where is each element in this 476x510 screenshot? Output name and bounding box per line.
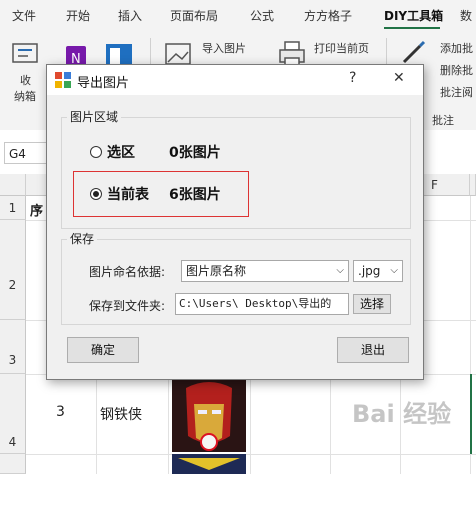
print-current-page-button[interactable]: 打印当前页	[314, 40, 369, 56]
select-all-corner[interactable]	[0, 174, 26, 196]
comment-read-button[interactable]: 批注阅	[440, 84, 473, 100]
naming-label: 图片命名依据:	[89, 265, 166, 279]
ironman-image[interactable]	[172, 378, 246, 474]
ribbon-tab-bar: 文件 开始 插入 页面布局 公式 方方格子 DIY工具箱 数	[0, 0, 476, 30]
selected-cell-g4[interactable]	[470, 374, 476, 454]
tab-formulas[interactable]: 公式	[250, 7, 274, 24]
tab-fangfang[interactable]: 方方格子	[304, 7, 352, 24]
format-select[interactable]: .jpg ⌵	[353, 260, 403, 282]
help-button[interactable]: ?	[349, 70, 356, 86]
nazang-label: 纳箱	[14, 90, 36, 103]
close-icon[interactable]: ✕	[393, 70, 405, 86]
chevron-down-icon: ⌵	[336, 265, 344, 276]
row-header-3[interactable]: 3	[0, 320, 26, 374]
export-pictures-dialog: 导出图片 ? ✕ 图片区域 选区 0张图片 当前表 6张图片 保存 图片命名依据…	[46, 64, 424, 380]
selection-count: 0张图片	[169, 145, 221, 161]
ok-button[interactable]: 确定	[67, 337, 139, 363]
folder-path-input[interactable]: C:\Users\ Desktop\导出的	[175, 293, 349, 315]
chevron-down-icon: ⌵	[390, 265, 398, 276]
row-header-4[interactable]: 4	[0, 374, 26, 454]
tools-icon[interactable]	[10, 40, 40, 66]
radio-selection[interactable]	[90, 146, 102, 158]
folder-label: 保存到文件夹:	[89, 299, 166, 313]
row-header-5[interactable]	[0, 454, 26, 474]
delete-comment-button[interactable]: 删除批	[440, 62, 473, 78]
tab-diy-toolbox[interactable]: DIY工具箱	[384, 7, 443, 24]
column-header[interactable]	[470, 174, 476, 196]
tab-page-layout[interactable]: 页面布局	[170, 7, 218, 24]
cell-row4-number[interactable]: 3	[56, 404, 65, 420]
browse-button[interactable]: 选择	[353, 294, 391, 314]
save-group-label: 保存	[67, 230, 98, 247]
exit-button[interactable]: 退出	[337, 337, 409, 363]
row-header-2[interactable]: 2	[0, 220, 26, 320]
option-selection-label[interactable]: 选区	[107, 142, 135, 162]
add-comment-button[interactable]: 添加批	[440, 40, 473, 56]
dialog-title: 导出图片	[77, 76, 130, 91]
tab-more[interactable]: 数	[460, 7, 472, 24]
region-group-label: 图片区域	[67, 108, 122, 125]
active-tab-indicator	[384, 27, 440, 29]
naming-select-value: 图片原名称	[186, 264, 247, 278]
radio-current-sheet[interactable]	[90, 188, 102, 200]
comment-group-label: 批注	[432, 114, 454, 127]
dialog-titlebar[interactable]: 导出图片 ? ✕	[47, 65, 423, 95]
shou-label: 收	[20, 74, 31, 87]
option-current-sheet-label[interactable]: 当前表	[107, 184, 149, 204]
current-sheet-count: 6张图片	[169, 187, 221, 203]
cell-row4-name[interactable]: 钢铁侠	[100, 404, 142, 424]
picture-icon[interactable]	[164, 42, 192, 66]
format-select-value: .jpg	[358, 264, 381, 278]
naming-select[interactable]: 图片原名称 ⌵	[181, 260, 349, 282]
insert-picture-button[interactable]: 导入图片	[202, 40, 246, 56]
app-icon	[55, 72, 71, 88]
tab-file[interactable]: 文件	[12, 7, 36, 24]
watermark-logo: Bai 经验	[352, 400, 452, 428]
row-header-1[interactable]: 1	[0, 196, 26, 220]
tab-insert[interactable]: 插入	[118, 7, 142, 24]
tab-home[interactable]: 开始	[66, 7, 90, 24]
cell-a1[interactable]: 序	[30, 200, 43, 219]
grid-line	[26, 454, 476, 455]
